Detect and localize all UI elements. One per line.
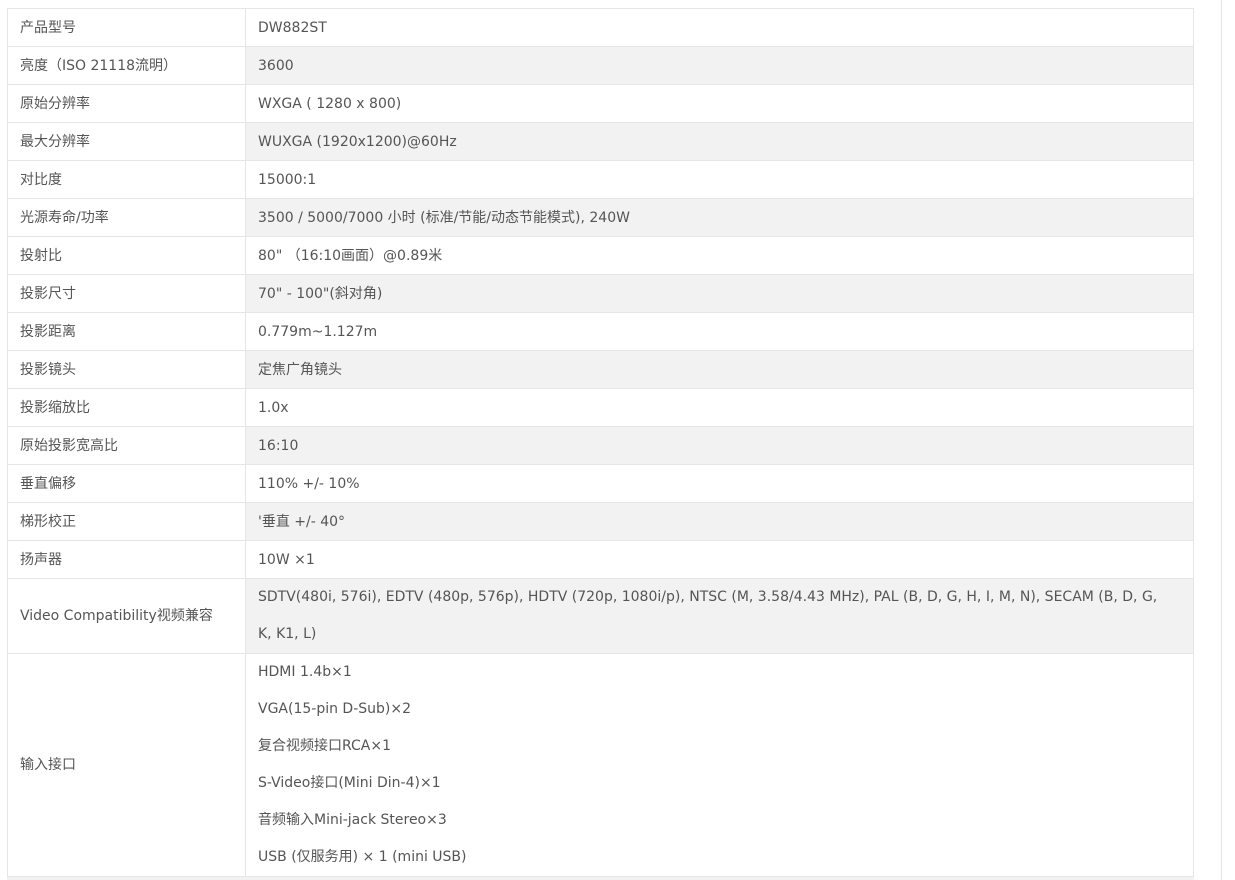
table-row: 投影距离 0.779m~1.127m (7, 312, 1194, 351)
scroll-divider (1221, 0, 1222, 880)
spec-label: 投影尺寸 (7, 274, 246, 313)
spec-table: 产品型号 DW882ST 亮度（ISO 21118流明） 3600 原始分辨率 … (7, 8, 1194, 877)
spec-value: WXGA ( 1280 x 800) (245, 84, 1194, 123)
table-row: 光源寿命/功率 3500 / 5000/7000 小时 (标准/节能/动态节能模… (7, 198, 1194, 237)
spec-value-line: USB (仅服务用) × 1 (mini USB) (258, 849, 467, 865)
spec-value: 0.779m~1.127m (245, 312, 1194, 351)
table-row: 投影尺寸 70" - 100"(斜对角) (7, 274, 1194, 313)
spec-label: 投影距离 (7, 312, 246, 351)
spec-value-line: 音频输入Mini-jack Stereo×3 (258, 812, 447, 828)
spec-label: 投射比 (7, 236, 246, 275)
spec-label: 亮度（ISO 21118流明） (7, 46, 246, 85)
table-row: 投影缩放比 1.0x (7, 388, 1194, 427)
table-row: Video Compatibility视频兼容 SDTV(480i, 576i)… (7, 578, 1194, 654)
spec-value-line: S-Video接口(Mini Din-4)×1 (258, 775, 441, 791)
table-row: 产品型号 DW882ST (7, 8, 1194, 47)
spec-value: HDMI 1.4b×1 VGA(15-pin D-Sub)×2 复合视频接口RC… (245, 653, 1194, 877)
spec-value: WUXGA (1920x1200)@60Hz (245, 122, 1194, 161)
table-row: 梯形校正 '垂直 +/- 40° (7, 502, 1194, 541)
spec-value-line: HDMI 1.4b×1 (258, 664, 352, 680)
spec-value-line: K, K1, L) (258, 626, 317, 642)
spec-value: 80" （16:10画面）@0.89米 (245, 236, 1194, 275)
spec-value: DW882ST (245, 8, 1194, 47)
spec-label: 垂直偏移 (7, 464, 246, 503)
next-row-edge (7, 876, 1194, 880)
spec-label: 最大分辨率 (7, 122, 246, 161)
table-row: 扬声器 10W ×1 (7, 540, 1194, 579)
table-row: 原始投影宽高比 16:10 (7, 426, 1194, 465)
spec-label: 扬声器 (7, 540, 246, 579)
table-row: 投影镜头 定焦广角镜头 (7, 350, 1194, 389)
spec-value: '垂直 +/- 40° (245, 502, 1194, 541)
spec-value: 10W ×1 (245, 540, 1194, 579)
spec-label: 原始分辨率 (7, 84, 246, 123)
spec-value: 15000:1 (245, 160, 1194, 199)
spec-value: 70" - 100"(斜对角) (245, 274, 1194, 313)
spec-label: 对比度 (7, 160, 246, 199)
spec-label: 投影缩放比 (7, 388, 246, 427)
spec-label: 投影镜头 (7, 350, 246, 389)
table-row: 投射比 80" （16:10画面）@0.89米 (7, 236, 1194, 275)
table-row: 垂直偏移 110% +/- 10% (7, 464, 1194, 503)
spec-label: 原始投影宽高比 (7, 426, 246, 465)
table-row: 输入接口 HDMI 1.4b×1 VGA(15-pin D-Sub)×2 复合视… (7, 653, 1194, 877)
spec-value: 110% +/- 10% (245, 464, 1194, 503)
spec-value: 3500 / 5000/7000 小时 (标准/节能/动态节能模式), 240W (245, 198, 1194, 237)
spec-value: 16:10 (245, 426, 1194, 465)
spec-value: SDTV(480i, 576i), EDTV (480p, 576p), HDT… (245, 578, 1194, 654)
spec-value-line: SDTV(480i, 576i), EDTV (480p, 576p), HDT… (258, 589, 1158, 605)
spec-label: 产品型号 (7, 8, 246, 47)
table-row: 原始分辨率 WXGA ( 1280 x 800) (7, 84, 1194, 123)
table-row: 对比度 15000:1 (7, 160, 1194, 199)
spec-label: 输入接口 (7, 653, 246, 877)
spec-value: 1.0x (245, 388, 1194, 427)
spec-label: 梯形校正 (7, 502, 246, 541)
spec-value-line: VGA(15-pin D-Sub)×2 (258, 701, 412, 717)
table-row: 亮度（ISO 21118流明） 3600 (7, 46, 1194, 85)
table-row: 最大分辨率 WUXGA (1920x1200)@60Hz (7, 122, 1194, 161)
spec-value-line: 复合视频接口RCA×1 (258, 738, 392, 754)
spec-page: 产品型号 DW882ST 亮度（ISO 21118流明） 3600 原始分辨率 … (0, 0, 1235, 880)
spec-value: 定焦广角镜头 (245, 350, 1194, 389)
spec-label: Video Compatibility视频兼容 (7, 578, 246, 654)
spec-label: 光源寿命/功率 (7, 198, 246, 237)
spec-value: 3600 (245, 46, 1194, 85)
